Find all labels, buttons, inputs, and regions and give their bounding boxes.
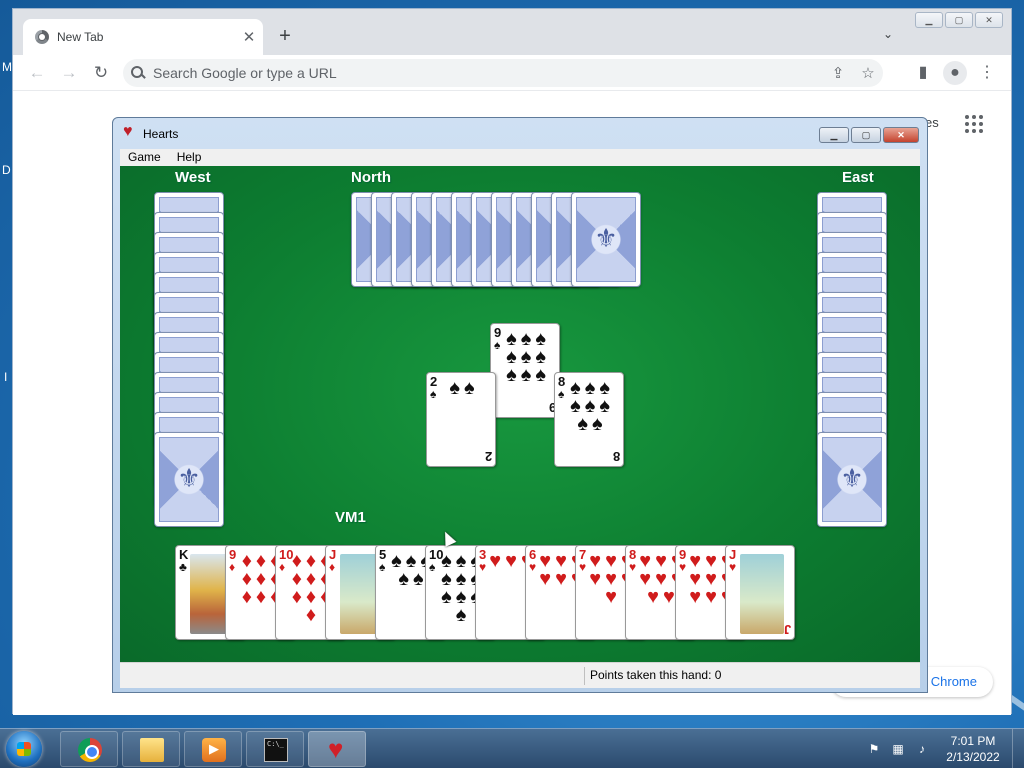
hearts-icon [326, 734, 350, 765]
taskbar: ⚑ ▦ ♪ 7:01 PM 2/13/2022 [0, 728, 1024, 768]
card-suit-icon: ♥ [679, 560, 687, 574]
google-apps-icon[interactable] [965, 115, 983, 133]
minimize-button[interactable]: ▁ [915, 12, 943, 28]
back-button[interactable]: ← [25, 61, 49, 85]
hearts-minimize-button[interactable]: ▁ [819, 127, 849, 143]
omnibox-placeholder[interactable]: Search Google or type a URL [153, 65, 823, 81]
hearts-maximize-button[interactable]: ▢ [851, 127, 881, 143]
status-divider [584, 667, 585, 685]
desktop-icon-label-fragment[interactable]: D [2, 163, 11, 177]
tab-search-icon[interactable]: ⌄ [883, 27, 893, 41]
card-suit-icon: ♥ [579, 560, 587, 574]
card-pips: ♠♠♠♠♠♠♠♠ [570, 377, 614, 435]
card-rank-bottom: 8 [612, 449, 620, 464]
system-tray: ⚑ ▦ ♪ [866, 741, 930, 757]
taskbar-chrome[interactable] [60, 731, 118, 767]
card-suit-icon: ♠ [558, 387, 565, 401]
taskbar-cmd[interactable] [246, 731, 304, 767]
player-north-label: North [351, 169, 391, 186]
desktop-icon-label-fragment[interactable]: M [2, 60, 12, 74]
folder-icon [140, 738, 164, 762]
player-west-label: West [175, 169, 211, 186]
card-suit-icon: ♠ [430, 387, 437, 401]
hearts-app-icon [123, 123, 137, 141]
card-suit-icon: ♥ [729, 560, 737, 574]
command-prompt-icon [264, 738, 288, 762]
tab-new-tab[interactable]: New Tab ✕ [23, 19, 263, 55]
reload-button[interactable]: ↻ [89, 61, 113, 85]
profile-avatar-icon[interactable]: ● [943, 61, 967, 85]
new-tab-button[interactable]: + [273, 25, 297, 48]
chrome-favicon-icon [35, 30, 49, 44]
card-suit-icon: ♥ [529, 560, 537, 574]
close-tab-icon[interactable]: ✕ [235, 28, 263, 46]
start-button[interactable] [6, 731, 42, 767]
tab-strip: New Tab ✕ + ⌄ ▁ ▢ ✕ [13, 9, 1011, 55]
forward-button[interactable]: → [57, 61, 81, 85]
card-rank-bottom: J [783, 622, 791, 637]
face-card-picture [740, 554, 784, 634]
volume-icon[interactable]: ♪ [914, 741, 930, 757]
card-suit-icon: ♠ [379, 560, 386, 574]
chrome-menu-icon[interactable]: ⋮ [975, 61, 999, 85]
trick-card[interactable]: 9 ♠ ♠♠♠♠♠♠♠♠♠ 9 [490, 323, 560, 418]
card-pips: ♠♠♠♠♠♠♠♠♠ [506, 328, 550, 386]
media-player-icon [202, 738, 226, 762]
tab-title: New Tab [57, 30, 104, 44]
hand-card[interactable]: J ♥ J [725, 545, 795, 640]
window-controls: ▁ ▢ ✕ [915, 12, 1003, 28]
bookmark-star-icon[interactable]: ☆ [853, 64, 883, 82]
chrome-icon [78, 738, 102, 762]
menu-help[interactable]: Help [169, 149, 210, 166]
omnibox[interactable]: Search Google or type a URL ⇪ ☆ [123, 59, 883, 87]
clock-date: 2/13/2022 [946, 750, 1000, 764]
close-window-button[interactable]: ✕ [975, 12, 1003, 28]
hearts-statusbar: Points taken this hand: 0 [120, 662, 920, 688]
trick-card[interactable]: 2 ♠ ♠♠ 2 [426, 372, 496, 467]
east-card-back [817, 432, 887, 527]
search-icon [131, 66, 145, 80]
side-panel-icon[interactable]: ▮ [911, 61, 935, 85]
action-center-icon[interactable]: ⚑ [866, 741, 882, 757]
hearts-close-button[interactable]: ✕ [883, 127, 919, 143]
clock-time: 7:01 PM [950, 734, 996, 748]
card-suit-icon: ♥ [479, 560, 487, 574]
share-icon[interactable]: ⇪ [823, 64, 853, 82]
player-east-label: East [842, 169, 874, 186]
taskbar-hearts[interactable] [308, 731, 366, 767]
card-suit-icon: ♦ [329, 560, 336, 574]
points-status: Points taken this hand: 0 [590, 668, 722, 682]
game-table: West North East VM1 9♠♠♠♠♠♠♠♠♠♠92♠♠♠28♠♠… [120, 166, 920, 662]
trick-card[interactable]: 8 ♠ ♠♠♠♠♠♠♠♠ 8 [554, 372, 624, 467]
card-suit-icon: ♦ [229, 560, 236, 574]
card-suit-icon: ♠ [429, 560, 436, 574]
desktop-icon-label-fragment[interactable]: I [4, 370, 7, 384]
card-suit-icon: ♥ [629, 560, 637, 574]
north-card-back [571, 192, 641, 287]
restore-button[interactable]: ▢ [945, 12, 973, 28]
hearts-titlebar: Hearts [123, 123, 179, 141]
menu-game[interactable]: Game [120, 149, 169, 166]
window-title: Hearts [143, 127, 179, 141]
player-south-label: VM1 [335, 509, 366, 526]
browser-toolbar: ← → ↻ Search Google or type a URL ⇪ ☆ ▮ … [13, 55, 1011, 91]
west-card-back [154, 432, 224, 527]
clock[interactable]: 7:01 PM 2/13/2022 [942, 733, 1004, 765]
hearts-window-controls: ▁ ▢ ✕ [819, 127, 919, 143]
card-rank-bottom: 2 [484, 449, 492, 464]
card-suit-icon: ♦ [279, 560, 286, 574]
hearts-window: Hearts ▁ ▢ ✕ Game Help West North East V… [112, 117, 928, 693]
card-suit-icon: ♣ [179, 560, 187, 574]
card-suit-icon: ♠ [494, 338, 501, 352]
taskbar-explorer[interactable] [122, 731, 180, 767]
hearts-menubar: Game Help [120, 149, 920, 166]
taskbar-media-player[interactable] [184, 731, 242, 767]
card-pips: ♠♠ [449, 377, 479, 399]
show-desktop-button[interactable] [1012, 729, 1024, 768]
network-icon[interactable]: ▦ [890, 741, 906, 757]
